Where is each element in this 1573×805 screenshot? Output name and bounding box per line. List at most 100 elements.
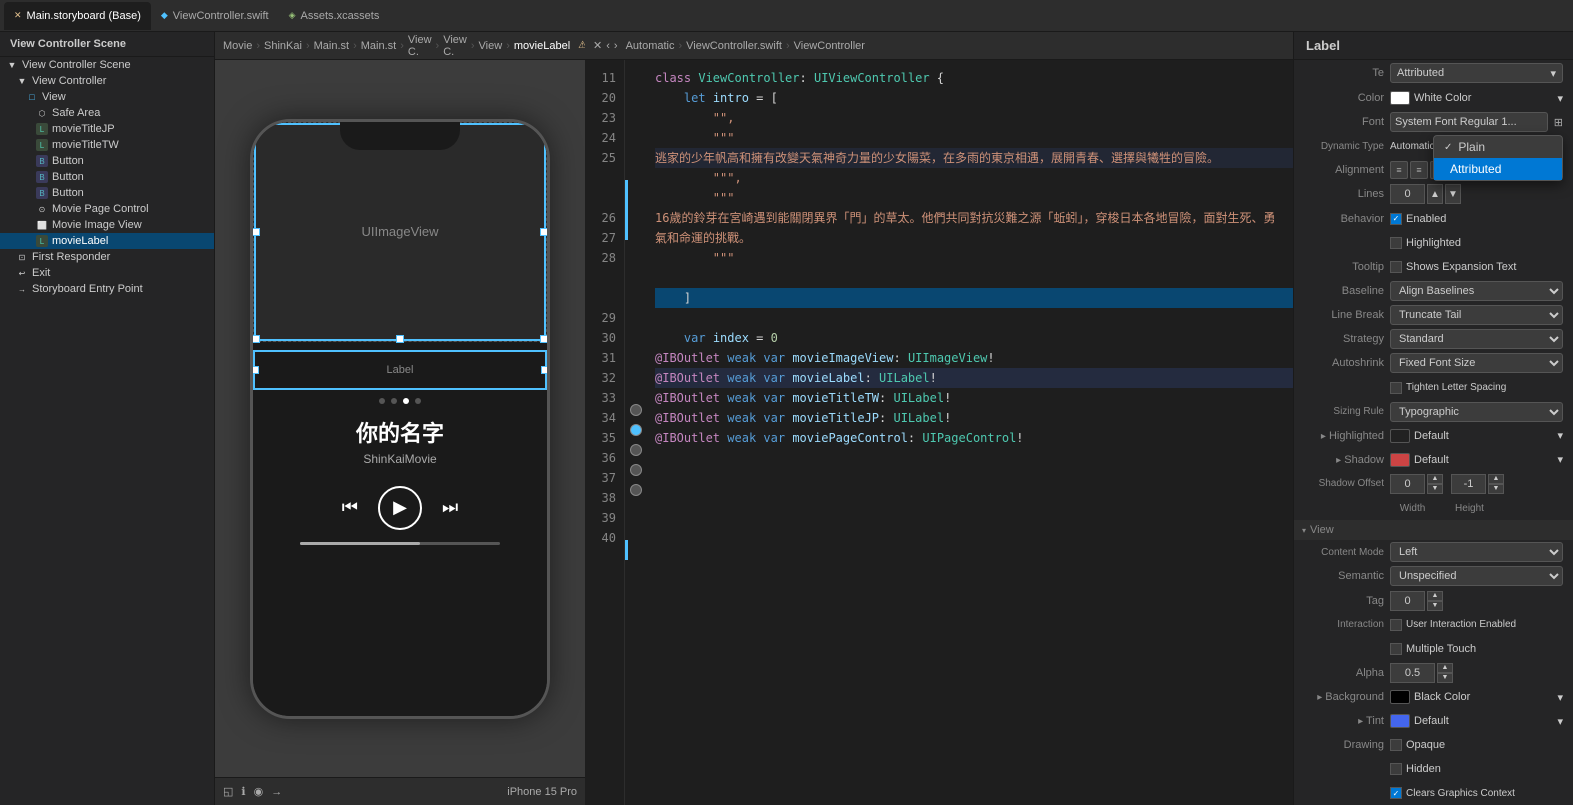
info-button[interactable]: ℹ — [241, 785, 245, 798]
autoshrink-select[interactable]: Fixed Font Size — [1390, 353, 1563, 373]
tag-input[interactable] — [1390, 591, 1425, 611]
nav-item-page-control[interactable]: ⊙ Movie Page Control — [0, 201, 214, 217]
strategy-select[interactable]: Standard — [1390, 329, 1563, 349]
outlet-circle-1[interactable] — [630, 404, 642, 416]
line-break-select[interactable]: Truncate Tail — [1390, 305, 1563, 325]
highlighted-color-swatch[interactable] — [1390, 429, 1410, 443]
text-type-select[interactable]: Attributed ▾ — [1390, 63, 1563, 83]
handle-ml[interactable] — [252, 228, 260, 236]
content-mode-select[interactable]: Left — [1390, 542, 1563, 562]
text-type-dropdown[interactable]: ✓ Plain Attributed — [1433, 135, 1563, 181]
shadow-h-up[interactable]: ▲ — [1488, 474, 1504, 484]
opaque-checkbox[interactable] — [1390, 739, 1402, 751]
tooltip-checkbox[interactable] — [1390, 261, 1402, 273]
highlighted-checkbox[interactable] — [1390, 237, 1402, 249]
tab-main-storyboard[interactable]: ✕ Main.storyboard (Base) — [4, 2, 151, 30]
collapse-btn-3[interactable]: ▸ — [1317, 692, 1322, 703]
lines-input[interactable] — [1390, 184, 1425, 204]
lines-up[interactable]: ▲ — [1427, 184, 1443, 204]
outlet-circle-4[interactable] — [630, 464, 642, 476]
label-handle-right[interactable] — [541, 366, 549, 374]
dropdown-item-plain[interactable]: ✓ Plain — [1434, 136, 1562, 158]
bc-viewc2[interactable]: View C. — [443, 34, 467, 58]
alpha-up[interactable]: ▲ — [1437, 663, 1453, 673]
bc-code-auto[interactable]: Automatic — [626, 40, 675, 52]
tighten-checkbox[interactable] — [1390, 382, 1402, 394]
nav-item-exit[interactable]: ↩ Exit — [0, 265, 214, 281]
phone-label-area[interactable]: Label — [253, 350, 547, 390]
lines-down[interactable]: ▼ — [1445, 184, 1461, 204]
sizing-rule-select[interactable]: Typographic — [1390, 402, 1563, 422]
next-button[interactable]: ⏭ — [442, 497, 458, 518]
bc-shinkai[interactable]: ShinKai — [264, 40, 302, 52]
nav-item-movie-title-jp[interactable]: L movieTitleJP — [0, 121, 214, 137]
tint-color-swatch[interactable] — [1390, 714, 1410, 728]
nav-item-storyboard-entry[interactable]: → Storyboard Entry Point — [0, 281, 214, 297]
shadow-w-input[interactable] — [1390, 474, 1425, 494]
device-label[interactable]: iPhone 15 Pro — [507, 786, 577, 798]
hidden-checkbox[interactable] — [1390, 763, 1402, 775]
nav-item-view[interactable]: □ View — [0, 89, 214, 105]
shadow-w-down[interactable]: ▼ — [1427, 484, 1443, 494]
tag-up[interactable]: ▲ — [1427, 591, 1443, 601]
bc-viewc1[interactable]: View C. — [408, 34, 432, 58]
nav-back[interactable]: ‹ — [606, 40, 610, 52]
handle-bl[interactable] — [252, 335, 260, 343]
label-handle-left[interactable] — [251, 366, 259, 374]
baseline-select[interactable]: Align Baselines — [1390, 281, 1563, 301]
phone-progress-bar[interactable] — [300, 542, 500, 545]
tab-assets[interactable]: ◈ Assets.xcassets — [279, 2, 390, 30]
clears-checkbox[interactable]: ✓ — [1390, 787, 1402, 799]
tab-viewcontroller[interactable]: ◆ ViewController.swift — [151, 2, 279, 30]
nav-item-movie-label[interactable]: L movieLabel — [0, 233, 214, 249]
collapse-btn-1[interactable]: ▸ — [1321, 431, 1326, 442]
collapse-btn-4[interactable]: ▸ — [1358, 716, 1363, 727]
bc-movielabel[interactable]: movieLabel — [514, 40, 570, 52]
shadow-color-swatch[interactable] — [1390, 453, 1410, 467]
font-input[interactable] — [1390, 112, 1548, 132]
handle-tr[interactable] — [540, 121, 548, 129]
phone-imageview[interactable]: UIImageView — [253, 122, 547, 342]
alpha-input[interactable] — [1390, 663, 1435, 683]
semantic-select[interactable]: Unspecified — [1390, 566, 1563, 586]
nav-item-safe-area[interactable]: ⬡ Safe Area — [0, 105, 214, 121]
handle-bm[interactable] — [396, 335, 404, 343]
nav-item-button2[interactable]: B Button — [0, 169, 214, 185]
tag-down[interactable]: ▼ — [1427, 601, 1443, 611]
font-size-stepper[interactable]: ⊞ — [1554, 116, 1563, 129]
background-color-swatch[interactable] — [1390, 690, 1410, 704]
outlet-circle-2[interactable] — [630, 424, 642, 436]
dropdown-item-attributed[interactable]: Attributed — [1434, 158, 1562, 180]
nav-forward[interactable]: › — [614, 40, 618, 52]
shadow-h-down[interactable]: ▼ — [1488, 484, 1504, 494]
color-swatch-white[interactable] — [1390, 91, 1410, 105]
bc-main2[interactable]: Main.st — [361, 40, 396, 52]
zoom-button[interactable]: ◱ — [223, 785, 233, 798]
align-left[interactable]: ≡ — [1390, 161, 1408, 179]
code-content[interactable]: 11 20 23 24 25 26 27 28 29 30 31 32 33 3… — [585, 60, 1293, 805]
shadow-h-input[interactable] — [1451, 474, 1486, 494]
bc-main1[interactable]: Main.st — [314, 40, 349, 52]
multiple-touch-checkbox[interactable] — [1390, 643, 1402, 655]
shadow-w-up[interactable]: ▲ — [1427, 474, 1443, 484]
fit-button[interactable]: → — [271, 786, 282, 798]
close-button[interactable]: ✕ — [593, 39, 602, 52]
outlet-circle-3[interactable] — [630, 444, 642, 456]
bc-movie[interactable]: Movie — [223, 40, 252, 52]
bc-code-class[interactable]: ViewController — [794, 40, 865, 52]
user-interaction-checkbox[interactable] — [1390, 619, 1402, 631]
nav-item-movie-title-tw[interactable]: L movieTitleTW — [0, 137, 214, 153]
play-button[interactable]: ▶ — [378, 486, 422, 530]
alpha-down[interactable]: ▼ — [1437, 673, 1453, 683]
align-center[interactable]: ≡ — [1410, 161, 1428, 179]
handle-br[interactable] — [540, 335, 548, 343]
canvas-content[interactable]: → — [215, 60, 585, 777]
lock-button[interactable]: ◉ — [254, 785, 264, 798]
prev-button[interactable]: ⏮ — [342, 497, 358, 518]
nav-item-image-view[interactable]: ⬜ Movie Image View — [0, 217, 214, 233]
nav-item-first-responder[interactable]: ⊡ First Responder — [0, 249, 214, 265]
nav-item-button3[interactable]: B Button — [0, 185, 214, 201]
nav-item-button1[interactable]: B Button — [0, 153, 214, 169]
handle-tl[interactable] — [252, 121, 260, 129]
collapse-btn-2[interactable]: ▸ — [1336, 455, 1341, 466]
